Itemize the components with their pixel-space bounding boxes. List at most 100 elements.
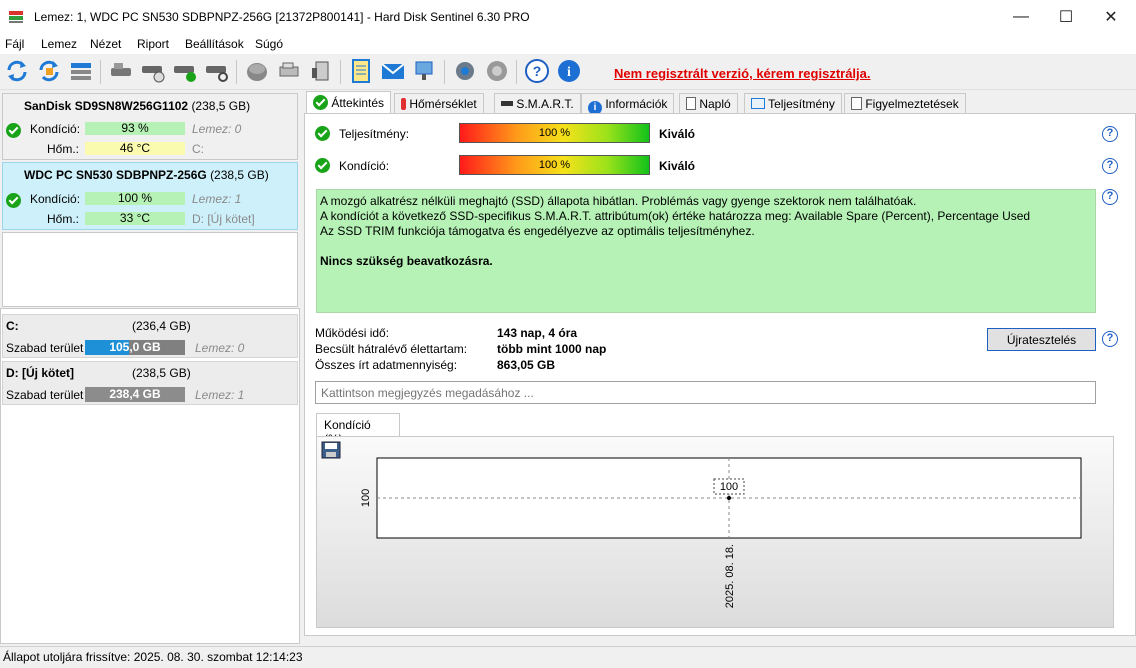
performance-rating: Kiváló: [659, 127, 696, 141]
tab-smart[interactable]: S.M.A.R.T.: [494, 93, 581, 113]
uptime-value: 143 nap, 4 óra: [497, 326, 578, 340]
free-space-label: Szabad terület: [6, 388, 84, 402]
ok-check-icon: [315, 126, 330, 141]
temp-label: Hőm.:: [47, 212, 80, 226]
condition-bar: 100 %: [459, 155, 650, 175]
toolbar: ? i Nem regisztrált verzió, kérem regisz…: [0, 54, 1136, 90]
volume-card-c[interactable]: C: (236,4 GB) Szabad terület 105,0 GB Le…: [2, 314, 298, 358]
disk-card-wdc[interactable]: WDC PC SN530 SDBPNPZ-256G (238,5 GB) Kon…: [2, 162, 298, 230]
register-link[interactable]: Nem regisztrált verzió, kérem regisztrál…: [614, 66, 871, 81]
uptime-label: Működési idő:: [315, 326, 390, 340]
condition-rating: Kiváló: [659, 159, 696, 173]
tab-temperature[interactable]: Hőmérséklet: [394, 93, 484, 113]
condition-bar: 93 %: [85, 122, 185, 135]
svg-text:?: ?: [533, 63, 542, 79]
tab-label: Információk: [605, 97, 668, 111]
maximize-button[interactable]: ☐: [1043, 0, 1089, 34]
tab-label: Figyelmeztetések: [865, 97, 959, 111]
help-icon[interactable]: ?: [524, 58, 550, 84]
settings-icon[interactable]: [452, 58, 478, 84]
sound-icon[interactable]: [484, 58, 510, 84]
alert-document-icon: [851, 97, 862, 110]
toolbar-separator: [516, 60, 517, 84]
data-point: [727, 496, 731, 500]
disk-card-sandisk[interactable]: SanDisk SD9SN8W256G1102 (238,5 GB) Kondí…: [2, 93, 298, 160]
status-line: Az SSD TRIM funkciója támogatva és enged…: [320, 224, 755, 238]
toolbar-separator: [236, 60, 237, 84]
disk-list-empty-area: [2, 232, 298, 307]
info-icon[interactable]: i: [556, 58, 582, 84]
condition-chart: 100 100 2025. 08. 18.: [360, 457, 1082, 608]
disk-surface-icon[interactable]: [244, 58, 270, 84]
ok-check-icon: [6, 123, 21, 138]
volume-card-d[interactable]: D: [Új kötet] (238,5 GB) Szabad terület …: [2, 361, 298, 405]
email-icon[interactable]: [380, 58, 406, 84]
temperature-bar: 33 °C: [85, 212, 185, 225]
ok-check-icon: [6, 193, 21, 208]
status-action: Nincs szükség beavatkozásra.: [320, 254, 493, 268]
tab-label: Napló: [699, 97, 731, 111]
written-value: 863,05 GB: [497, 358, 556, 372]
volume-size: (238,5 GB): [132, 366, 191, 380]
usb-drive-icon[interactable]: [308, 58, 334, 84]
menu-report[interactable]: Riport: [137, 37, 169, 51]
menu-settings[interactable]: Beállítások: [185, 37, 244, 51]
disk-search-icon[interactable]: [204, 58, 230, 84]
data-label: 100: [720, 481, 738, 493]
disk-schedule-icon[interactable]: [140, 58, 166, 84]
menu-bar: Fájl Lemez Nézet Riport Beállítások Súgó: [0, 34, 1136, 54]
window-title: Lemez: 1, WDC PC SN530 SDBPNPZ-256G [213…: [34, 10, 530, 24]
tab-log[interactable]: Napló: [679, 93, 738, 113]
minimize-button[interactable]: —: [998, 0, 1044, 34]
volume-panel: [0, 308, 300, 644]
temp-label: Hőm.:: [47, 142, 80, 156]
menu-file[interactable]: Fájl: [5, 37, 24, 51]
ok-check-icon: [315, 158, 330, 173]
tab-overview[interactable]: Áttekintés: [306, 91, 392, 114]
tab-info[interactable]: i Információk: [581, 93, 675, 115]
condition-label: Kondíció:: [30, 122, 81, 136]
disk-info-icon[interactable]: [276, 58, 302, 84]
refresh-all-icon[interactable]: [36, 58, 62, 84]
refresh-icon[interactable]: [4, 58, 30, 84]
tab-label: Hőmérséklet: [409, 97, 477, 111]
document-icon: [686, 97, 696, 110]
menu-help[interactable]: Súgó: [255, 37, 283, 51]
y-tick-label: 100: [360, 489, 372, 507]
disk-volumes: C:: [192, 142, 204, 156]
volume-name: D: [Új kötet]: [6, 366, 74, 380]
disk-check-icon[interactable]: [172, 58, 198, 84]
network-icon[interactable]: [412, 58, 438, 84]
chart-tab-condition[interactable]: Kondíció (%): [316, 413, 400, 446]
retest-button[interactable]: Újratesztelés: [987, 328, 1096, 351]
lifetime-label: Becsült hátralévő élettartam:: [315, 342, 468, 356]
close-button[interactable]: ✕: [1088, 0, 1134, 34]
disk-tool-icon[interactable]: [108, 58, 134, 84]
ok-check-icon: [313, 95, 328, 110]
disk-ref: Lemez: 0: [195, 341, 245, 355]
help-icon[interactable]: ?: [1102, 158, 1118, 174]
tab-performance[interactable]: Teljesítmény: [744, 93, 842, 113]
report-icon[interactable]: [348, 58, 374, 84]
tab-alerts[interactable]: Figyelmeztetések: [844, 93, 966, 113]
chart-icon: [751, 98, 765, 109]
free-space-value: 105,0 GB: [109, 340, 161, 354]
help-icon[interactable]: ?: [1102, 331, 1118, 347]
note-input[interactable]: [315, 381, 1096, 404]
help-icon[interactable]: ?: [1102, 126, 1118, 142]
performance-label: Teljesítmény:: [339, 127, 410, 141]
disk-volumes: D: [Új kötet]: [192, 212, 255, 226]
help-icon[interactable]: ?: [1102, 189, 1118, 205]
smart-icon: [501, 101, 513, 106]
tab-label: S.M.A.R.T.: [516, 97, 574, 111]
condition-label: Kondíció:: [339, 159, 390, 173]
temperature-bar: 46 °C: [85, 142, 185, 155]
disk-size: (238,5 GB): [210, 168, 269, 182]
menu-disk[interactable]: Lemez: [41, 37, 77, 51]
disk-list-icon[interactable]: [68, 58, 94, 84]
status-description: A mozgó alkatrész nélküli meghajtó (SSD)…: [316, 189, 1096, 313]
menu-view[interactable]: Nézet: [90, 37, 121, 51]
lifetime-value: több mint 1000 nap: [497, 342, 607, 356]
title-bar: Lemez: 1, WDC PC SN530 SDBPNPZ-256G [213…: [0, 0, 1136, 34]
svg-text:i: i: [567, 65, 571, 80]
